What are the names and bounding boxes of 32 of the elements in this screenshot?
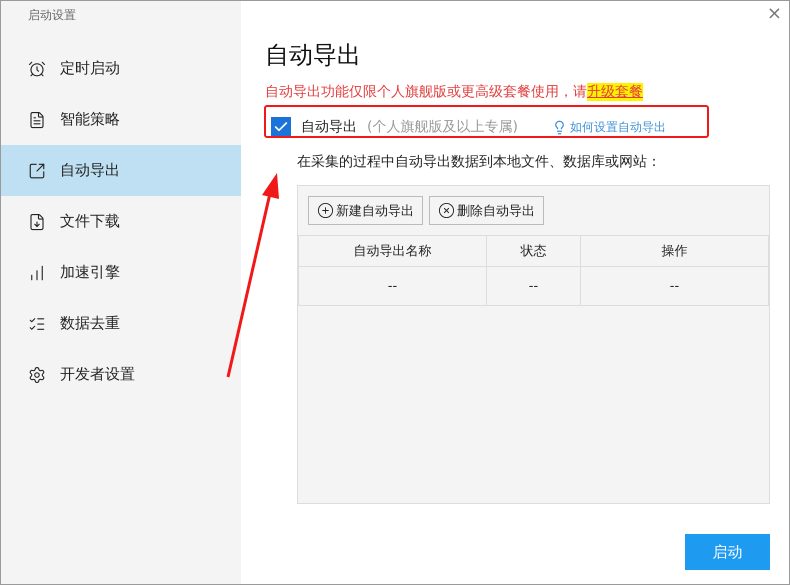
gear-icon bbox=[28, 366, 46, 384]
checkbox[interactable] bbox=[271, 117, 291, 137]
window-title: 启动设置 bbox=[27, 7, 77, 24]
new-export-button[interactable]: 新建自动导出 bbox=[308, 196, 423, 225]
alarm-clock-icon bbox=[28, 60, 46, 78]
upgrade-link[interactable]: 升级套餐 bbox=[587, 83, 643, 101]
sidebar-item[interactable]: 加速引擎 bbox=[1, 247, 241, 298]
share-out-icon bbox=[28, 162, 46, 180]
notice-text: 自动导出功能仅限个人旗舰版或更高级套餐使用，请 bbox=[265, 83, 587, 101]
bar-chart-icon bbox=[28, 264, 46, 282]
description-text: 在采集的过程中自动导出数据到本地文件、数据库或网站： bbox=[297, 153, 662, 171]
close-button[interactable]: × bbox=[766, 3, 782, 24]
file-download-icon bbox=[28, 212, 46, 230]
sidebar-item[interactable]: 自动导出 bbox=[1, 145, 241, 196]
column-header: 操作 bbox=[580, 236, 768, 266]
plus-circle-icon bbox=[317, 202, 334, 219]
option-label: 自动导出 bbox=[301, 118, 357, 136]
column-header: 自动导出名称 bbox=[298, 236, 486, 266]
sidebar-item[interactable]: 智能策略 bbox=[1, 94, 241, 145]
page-title: 自动导出 bbox=[265, 40, 362, 71]
sidebar-item[interactable]: 文件下载 bbox=[1, 196, 241, 247]
x-circle-icon bbox=[438, 202, 455, 219]
column-header: 状态 bbox=[486, 236, 580, 266]
table-cell: -- bbox=[486, 266, 580, 306]
sidebar-item[interactable]: 定时启动 bbox=[1, 43, 241, 94]
option-hint: (个人旗舰版及以上专属) bbox=[367, 118, 518, 136]
delete-export-button[interactable]: 删除自动导出 bbox=[429, 196, 544, 225]
table-cell: -- bbox=[298, 266, 486, 306]
document-icon bbox=[28, 110, 46, 128]
table-cell: -- bbox=[580, 266, 768, 306]
sidebar-item[interactable]: 开发者设置 bbox=[1, 349, 241, 400]
sidebar-item[interactable]: 数据去重 bbox=[1, 298, 241, 349]
